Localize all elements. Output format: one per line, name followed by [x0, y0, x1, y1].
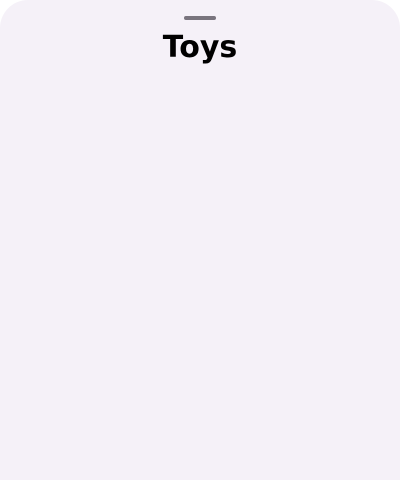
sheet-content: [0, 80, 400, 480]
drag-handle[interactable]: [184, 16, 216, 20]
sheet-title: Toys: [162, 30, 238, 65]
bottom-sheet: Toys: [0, 0, 400, 480]
